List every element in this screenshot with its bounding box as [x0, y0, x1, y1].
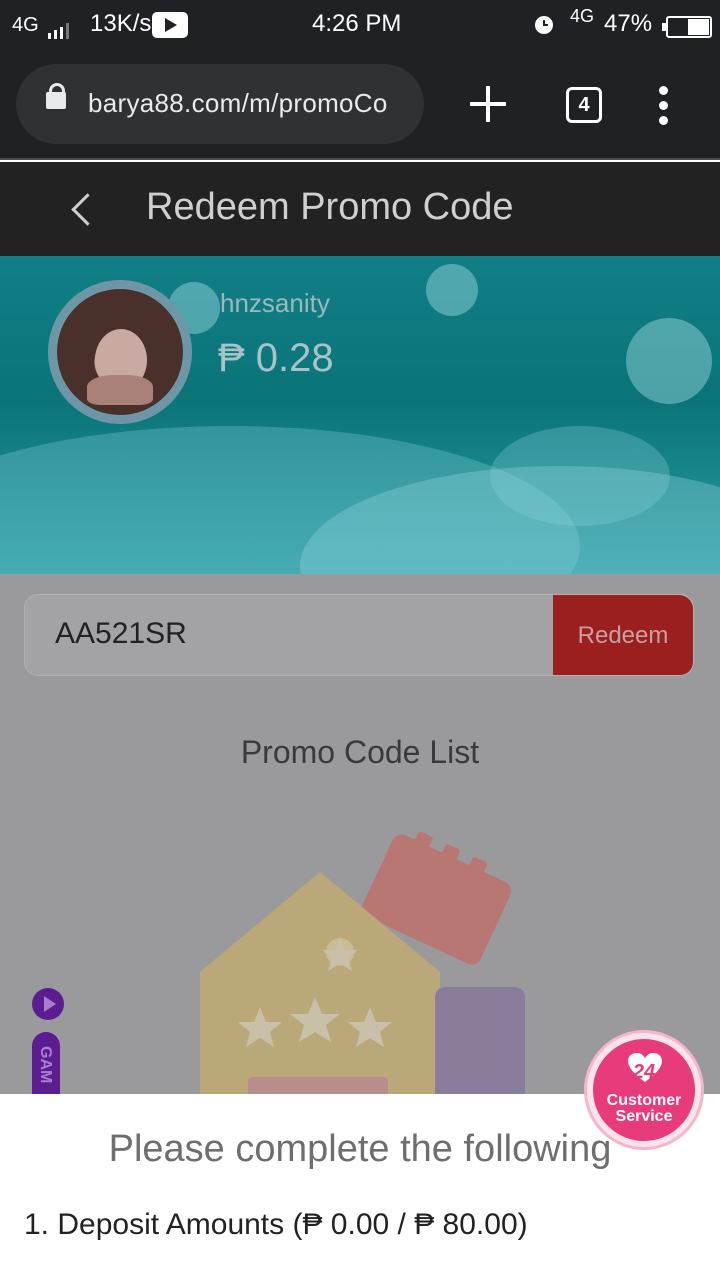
- tab-switcher-button[interactable]: 4: [566, 87, 602, 123]
- network-indicator-right: 4G: [570, 6, 595, 26]
- battery-icon: [660, 12, 712, 40]
- app-header: Redeem Promo Code: [0, 162, 720, 256]
- customer-service-24: 24: [632, 1061, 656, 1083]
- lock-icon: [46, 83, 66, 109]
- battery-percent: 47%: [604, 10, 653, 37]
- requirement-item: 1. Deposit Amounts (₱ 0.00 / ₱ 80.00): [24, 1208, 528, 1241]
- promo-code-form: AA521SR Redeem: [24, 594, 694, 676]
- customer-service-badge: 24 Customer Service: [593, 1039, 695, 1141]
- new-tab-icon[interactable]: [466, 82, 510, 126]
- promo-list-title: Promo Code List: [240, 734, 480, 770]
- balance-amount: ₱ 0.28: [218, 336, 334, 380]
- clock: 4:26 PM: [312, 10, 402, 37]
- avatar-photo: [57, 289, 183, 415]
- more-menu-icon[interactable]: [654, 86, 674, 126]
- customer-service-button[interactable]: 24 Customer Service: [584, 1030, 704, 1150]
- youtube-icon: [152, 10, 188, 38]
- network-speed: 13K/s: [90, 10, 152, 37]
- decor-wave: [490, 426, 670, 526]
- signal-icon: [48, 18, 72, 46]
- redeem-button[interactable]: Redeem: [553, 595, 693, 675]
- side-game-tab[interactable]: GAM: [32, 1032, 60, 1094]
- promo-code-input[interactable]: AA521SR: [55, 617, 187, 651]
- avatar[interactable]: [48, 280, 192, 424]
- decor-bubble: [426, 264, 478, 316]
- username: hnzsanity: [220, 288, 330, 318]
- customer-service-label: Customer Service: [606, 1092, 682, 1125]
- side-game-tab-label: GAM: [37, 1046, 54, 1084]
- url-text: barya88.com/m/promoCo: [88, 88, 388, 118]
- browser-toolbar: barya88.com/m/promoCo 4: [0, 52, 720, 160]
- page-title: Redeem Promo Code: [146, 186, 514, 228]
- decor-bubble: [626, 318, 712, 404]
- play-icon[interactable]: [32, 988, 64, 1020]
- network-indicator: 4G: [12, 14, 39, 36]
- back-arrow-icon[interactable]: [64, 190, 100, 228]
- alarm-icon: [532, 12, 556, 43]
- profile-banner: hnzsanity ₱ 0.28: [0, 256, 720, 574]
- promo-content: AA521SR Redeem Promo Code List GAM: [0, 574, 720, 1094]
- empty-list-illustration: [200, 832, 525, 1094]
- status-bar: 4G 13K/s 4:26 PM 4G 47%: [0, 0, 720, 52]
- address-bar[interactable]: barya88.com/m/promoCo: [16, 64, 424, 144]
